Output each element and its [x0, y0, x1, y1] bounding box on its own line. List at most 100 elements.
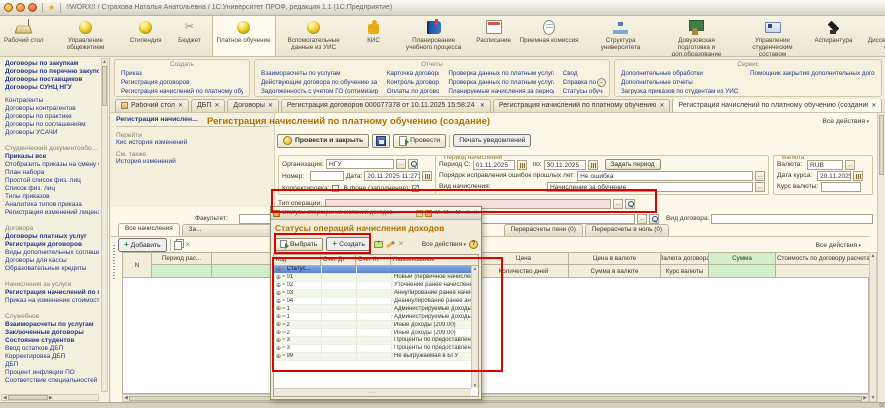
help-icon[interactable]: ? [469, 240, 478, 249]
calendar-icon[interactable] [853, 171, 863, 181]
scrollbar-thumb[interactable] [129, 396, 862, 401]
window-menu-icon[interactable] [16, 3, 25, 12]
calendar-icon[interactable] [422, 171, 432, 181]
delete-icon[interactable]: ✕ [398, 240, 404, 248]
status-row[interactable]: ⊕ 02 Уточнение ранее начисленных ... [274, 282, 471, 290]
tab-close-icon[interactable] [659, 102, 664, 109]
rate-field[interactable] [821, 182, 861, 192]
command-link[interactable]: Регистрация начислений по платному обуче… [121, 87, 243, 96]
scroll-left-icon[interactable]: ◀ [124, 395, 128, 401]
date-field[interactable]: 20.11.2025 11:27:43 [364, 171, 420, 181]
tree-expander-icon[interactable]: ⊕ [276, 274, 281, 281]
status-row[interactable]: ⊕ 3 Проценты по предоставленны... [274, 345, 471, 353]
contract-kind-field[interactable] [711, 214, 873, 224]
subsystem-tab[interactable]: Бюджет [168, 16, 212, 56]
tab-close-icon[interactable] [214, 102, 219, 109]
subsystem-tab[interactable]: Рабочий стол [0, 16, 48, 56]
service-link[interactable]: Дополнительные обработки [621, 69, 741, 78]
grid-all-actions-button[interactable]: Все действия [816, 242, 861, 249]
tab-close-icon[interactable] [871, 102, 876, 109]
post-button[interactable]: Провести [393, 134, 446, 148]
create-button[interactable]: + Создать [326, 237, 371, 251]
scroll-right-icon[interactable]: ▶ [863, 395, 867, 401]
tab-close-icon[interactable] [480, 102, 485, 109]
status-row[interactable]: ⊕ 04 Деаннулирование ранее аннул... [274, 298, 471, 306]
tree-expander-icon[interactable]: ⊕ [276, 353, 281, 360]
sidebar-item[interactable]: Список физ. лиц [5, 185, 99, 193]
sidebar-item[interactable]: Ввод остатков ДБП [5, 345, 99, 353]
sidebar-item[interactable]: Соответствие специальностей 1С и... [5, 377, 99, 385]
subsystem-tab[interactable]: Планирование учебного процесса [396, 16, 472, 56]
report-link[interactable]: Проверка данных по платным услугам ДБП [448, 78, 553, 87]
popup-all-actions-button[interactable]: Все действия [422, 241, 466, 248]
correction-checkbox[interactable] [332, 185, 339, 192]
search-icon[interactable] [649, 214, 659, 224]
subsystem-tab[interactable]: Управление общежитием [48, 16, 124, 56]
choose-button[interactable]: … [755, 182, 765, 192]
command-link[interactable]: Приказ [121, 69, 243, 78]
status-row[interactable]: ⊕ 01 Новый (первичное начисление) [274, 274, 471, 282]
sidebar-item[interactable]: ДБП [5, 361, 99, 369]
edit-pencil-icon[interactable] [386, 240, 395, 248]
service-link[interactable]: Помощник закрытия дополнительных договор… [750, 69, 875, 78]
sidebar-item[interactable]: Договоры поставщиков [5, 76, 99, 84]
sidebar-item[interactable]: Регистрация начислений по пл... [5, 289, 99, 297]
post-and-close-button[interactable]: Провести и закрыть [277, 134, 369, 148]
sidebar-item[interactable]: Студенческий документообо... [5, 145, 99, 153]
sidebar-item[interactable]: Приказ на изменение стоимости об... [5, 297, 99, 305]
resize-grip-icon[interactable] [879, 402, 884, 407]
status-row[interactable]: ⊖ Статус... [274, 266, 471, 274]
search-icon[interactable] [408, 159, 418, 169]
sidebar-horizontal-scrollbar[interactable]: ◀ ▶ [1, 394, 99, 401]
set-period-button[interactable]: Задать период [605, 159, 661, 170]
sidebar-item[interactable]: Договоры контрагентов [5, 105, 99, 113]
report-link[interactable]: Проверка данных по платным услугам [448, 69, 553, 78]
sidebar-item[interactable]: Заключенные договоры [5, 329, 99, 337]
sidebar-item[interactable]: Виды дополнительных соглашений [5, 249, 99, 257]
status-row[interactable]: ⊕ 1 Администрируемые доходы (20... [274, 313, 471, 321]
grid-tab[interactable]: За... [182, 224, 274, 236]
search-icon[interactable] [625, 199, 635, 209]
service-link[interactable]: Дополнительные отчеты [621, 78, 741, 87]
favorites-star-icon[interactable]: ★ [48, 4, 55, 12]
tab-close-icon[interactable] [268, 102, 273, 109]
sidebar-item[interactable]: Процент инфляции ПО [5, 369, 99, 377]
sidebar-item[interactable]: Договоры СУНЦ НГУ [5, 84, 99, 92]
accrual-kind-field[interactable]: Начисление за обучение [547, 182, 753, 192]
sidebar-item[interactable]: Приказы все [5, 153, 99, 161]
scroll-down-icon[interactable]: ▼ [473, 383, 477, 388]
sidebar-item[interactable] [5, 305, 99, 310]
tree-expander-icon[interactable]: ⊕ [276, 298, 281, 305]
close-icon[interactable]: ✕ [472, 210, 479, 216]
column-credit[interactable]: Счет Кт [356, 255, 391, 265]
subsystem-tab[interactable]: КИС [352, 16, 396, 56]
sidebar-item[interactable]: Договора [5, 225, 99, 233]
sidebar-item[interactable]: Договоры по соглашениям [5, 121, 99, 129]
tree-expander-icon[interactable]: ⊕ [276, 337, 281, 344]
subsystem-tab[interactable]: Стипендия [124, 16, 168, 56]
window-tab[interactable]: Регистрация начислений по платному обуче… [672, 99, 882, 112]
sidebar-item[interactable]: Служебное [5, 313, 99, 321]
column-cost[interactable]: Стоимость по договору расчета [776, 253, 872, 277]
column-period[interactable]: Период рас... [152, 253, 212, 277]
print-notifications-button[interactable]: Печать уведомлений [453, 134, 531, 147]
grid-horizontal-scrollbar[interactable]: ◀ ▶ [122, 394, 869, 402]
subsystem-tab[interactable]: Диссертационные советы [856, 16, 885, 56]
form-vertical-scrollbar[interactable] [877, 113, 885, 402]
grid-vertical-scrollbar[interactable]: ▲ ▼ [869, 252, 877, 402]
subsystem-tab[interactable]: Приемная комиссия [516, 16, 583, 56]
window-tab[interactable]: Договоры [227, 99, 279, 112]
panel-splitter-handle[interactable] [113, 245, 115, 279]
subsystem-tab[interactable]: Аспирантура [811, 16, 857, 56]
scroll-up-icon[interactable]: ▲ [473, 266, 477, 271]
report-link[interactable]: Задолженность с учетом ГО (оптимизирован… [261, 87, 378, 94]
restore-settings-icon[interactable] [425, 210, 432, 217]
all-actions-button[interactable]: Все действия [822, 118, 869, 125]
choose-button[interactable]: … [755, 171, 765, 181]
subsystem-tab[interactable]: Вспомогательные данные из УИС [276, 16, 352, 56]
delete-icon[interactable]: ✕ [185, 241, 191, 249]
save-button[interactable] [372, 134, 390, 148]
scroll-right-icon[interactable]: ▶ [48, 395, 54, 401]
window-tab[interactable]: Регистрация начислений по платному обуче… [493, 99, 671, 112]
service-menu-icon[interactable] [28, 3, 37, 12]
